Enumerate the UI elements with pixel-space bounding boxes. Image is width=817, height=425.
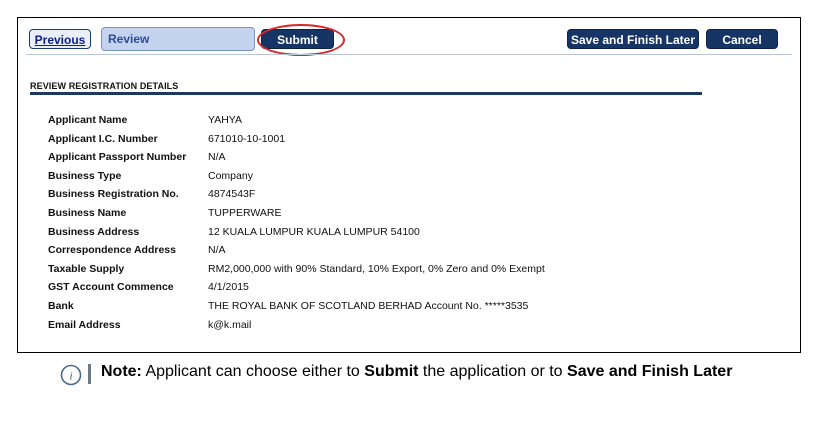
note-text-part1: Applicant can choose either to bbox=[141, 363, 365, 380]
toolbar-divider bbox=[26, 54, 792, 55]
detail-value: 671010-10-1001 bbox=[208, 132, 286, 145]
detail-value: THE ROYAL BANK OF SCOTLAND BERHAD Accoun… bbox=[208, 299, 529, 312]
detail-value: YAHYA bbox=[208, 114, 243, 126]
detail-value: 4/1/2015 bbox=[208, 281, 249, 294]
note-prefix: Note: bbox=[101, 363, 142, 380]
review-tab[interactable]: Review bbox=[101, 27, 255, 51]
detail-label: Applicant Passport Number bbox=[48, 151, 187, 164]
detail-label: GST Account Commence bbox=[48, 281, 174, 294]
detail-label: Business Name bbox=[48, 206, 127, 219]
detail-value: 4874543F bbox=[208, 188, 256, 201]
note-text: Note: Applicant can choose either to Sub… bbox=[101, 360, 791, 383]
detail-value: N/A bbox=[208, 244, 226, 257]
note-text-part2: the application or to bbox=[418, 363, 568, 380]
detail-label: Applicant Name bbox=[48, 114, 128, 126]
detail-value: N/A bbox=[208, 151, 226, 164]
note-submit-emphasis: Submit bbox=[364, 363, 419, 380]
note-divider bbox=[88, 364, 91, 384]
previous-button[interactable]: Previous bbox=[29, 29, 91, 49]
section-title-underline bbox=[30, 92, 702, 95]
cancel-button[interactable]: Cancel bbox=[706, 29, 778, 49]
section-title: REVIEW REGISTRATION DETAILS bbox=[30, 81, 179, 91]
detail-value: k@k.mail bbox=[208, 318, 252, 331]
submit-button[interactable]: Submit bbox=[261, 29, 334, 49]
note-save-emphasis: Save and Finish Later bbox=[567, 363, 733, 380]
detail-label: Business Registration No. bbox=[48, 188, 179, 201]
detail-value: TUPPERWARE bbox=[208, 206, 282, 219]
registration-review-panel: Previous Review Submit Save and Finish L… bbox=[17, 17, 801, 353]
detail-value: Company bbox=[208, 169, 253, 182]
detail-label: Applicant I.C. Number bbox=[48, 132, 158, 145]
svg-text:i: i bbox=[69, 369, 72, 383]
detail-label: Email Address bbox=[48, 318, 121, 331]
detail-value: 12 KUALA LUMPUR KUALA LUMPUR 54100 bbox=[208, 225, 420, 238]
info-icon: i bbox=[60, 364, 82, 386]
detail-label: Business Type bbox=[48, 169, 122, 182]
detail-label: Business Address bbox=[48, 225, 140, 238]
detail-value: RM2,000,000 with 90% Standard, 10% Expor… bbox=[208, 262, 545, 275]
toolbar: Previous Review Submit Save and Finish L… bbox=[18, 18, 800, 56]
detail-label: Correspondence Address bbox=[48, 244, 176, 257]
detail-label: Bank bbox=[48, 299, 74, 312]
detail-label: Taxable Supply bbox=[48, 262, 125, 275]
save-and-finish-later-button[interactable]: Save and Finish Later bbox=[567, 29, 699, 49]
